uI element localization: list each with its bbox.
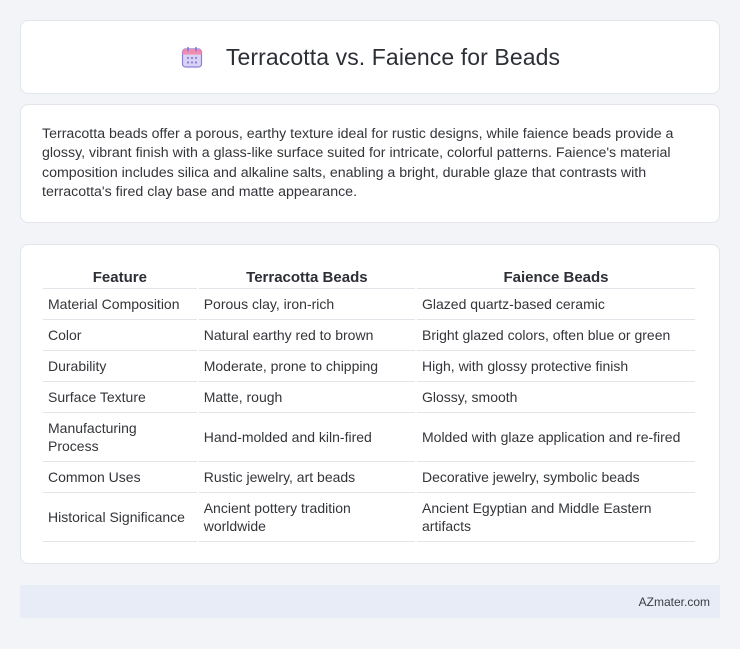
faience-cell: Bright glazed colors, often blue or gree… [417, 320, 695, 351]
terracotta-cell: Porous clay, iron-rich [198, 289, 415, 320]
table-header-row: Feature Terracotta Beads Faience Beads [43, 265, 695, 289]
table-row: Manufacturing Process Hand-molded and ki… [43, 413, 695, 462]
table-row: Surface Texture Matte, rough Glossy, smo… [43, 382, 695, 413]
terracotta-cell: Ancient pottery tradition worldwide [198, 493, 415, 542]
calendar-icon [181, 47, 202, 68]
faience-cell: Molded with glaze application and re-fir… [417, 413, 695, 462]
column-header-terracotta: Terracotta Beads [198, 265, 415, 289]
column-header-faience: Faience Beads [417, 265, 695, 289]
title-card: Terracotta vs. Faience for Beads [20, 20, 720, 94]
table-row: Material Composition Porous clay, iron-r… [43, 289, 695, 320]
feature-cell: Common Uses [43, 462, 197, 493]
terracotta-cell: Rustic jewelry, art beads [198, 462, 415, 493]
page-title: Terracotta vs. Faience for Beads [225, 43, 561, 70]
terracotta-cell: Moderate, prone to chipping [198, 351, 415, 382]
footer-bar: AZmater.com [20, 585, 720, 618]
comparison-card: Feature Terracotta Beads Faience Beads M… [20, 244, 720, 564]
terracotta-cell: Hand-molded and kiln-fired [198, 413, 415, 462]
table-row: Common Uses Rustic jewelry, art beads De… [43, 462, 695, 493]
comparison-table: Feature Terracotta Beads Faience Beads M… [41, 265, 697, 542]
faience-cell: Glazed quartz-based ceramic [417, 289, 695, 320]
footer-site-name: AZmater.com [638, 594, 710, 609]
intro-paragraph: Terracotta beads offer a porous, earthy … [42, 126, 674, 200]
feature-cell: Color [43, 320, 197, 351]
feature-cell: Manufacturing Process [43, 413, 197, 462]
faience-cell: Decorative jewelry, symbolic beads [417, 462, 695, 493]
terracotta-cell: Natural earthy red to brown [198, 320, 415, 351]
column-header-feature: Feature [43, 265, 197, 289]
feature-cell: Surface Texture [43, 382, 197, 413]
title-wrap: Terracotta vs. Faience for Beads [180, 44, 560, 71]
terracotta-cell: Matte, rough [198, 382, 415, 413]
intro-card: Terracotta beads offer a porous, earthy … [20, 104, 720, 223]
feature-cell: Material Composition [43, 289, 197, 320]
table-row: Color Natural earthy red to brown Bright… [43, 320, 695, 351]
faience-cell: Glossy, smooth [417, 382, 695, 413]
feature-cell: Durability [43, 351, 197, 382]
table-row: Durability Moderate, prone to chipping H… [43, 351, 695, 382]
faience-cell: Ancient Egyptian and Middle Eastern arti… [417, 493, 695, 542]
table-row: Historical Significance Ancient pottery … [43, 493, 695, 542]
feature-cell: Historical Significance [43, 493, 197, 542]
faience-cell: High, with glossy protective finish [417, 351, 695, 382]
